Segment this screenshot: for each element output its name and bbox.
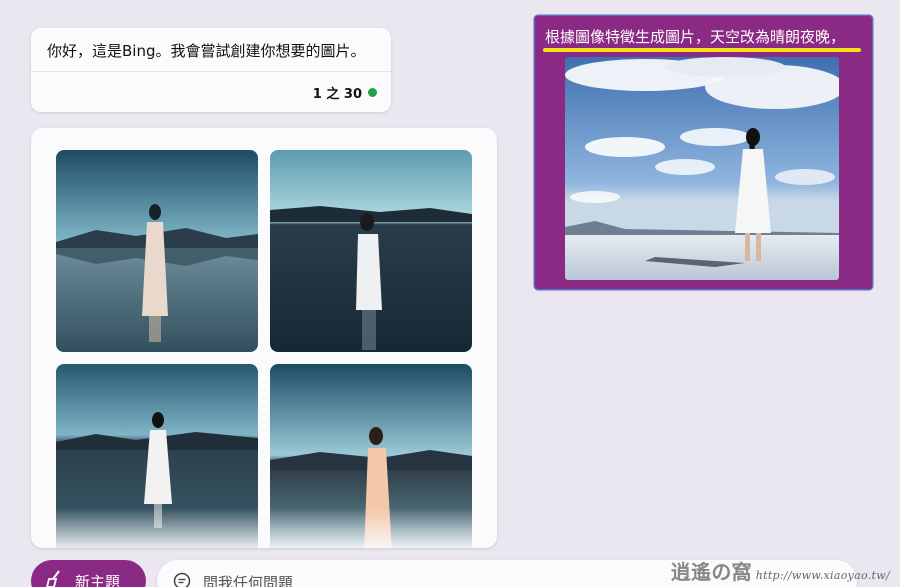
watermark-brand: 逍遙の窩 <box>670 560 752 584</box>
turn-counter-text: 1 之 30 <box>312 87 362 102</box>
generated-image-1[interactable] <box>56 150 258 352</box>
highlight-underline <box>543 48 861 52</box>
user-prompt-text: 根據圖像特徵生成圖片，天空改為晴朗夜晚， <box>545 28 846 46</box>
new-topic-label: 新主題 <box>75 572 121 587</box>
divider <box>31 71 391 72</box>
turn-counter: 1 之 30 <box>313 83 377 102</box>
chat-icon <box>173 572 191 587</box>
generated-images-card <box>31 128 497 548</box>
user-message: 根據圖像特徵生成圖片，天空改為晴朗夜晚， <box>535 16 872 289</box>
generated-image-2[interactable] <box>270 150 472 352</box>
status-dot-icon <box>368 88 377 97</box>
watermark: 逍遙の窩 http://www.xiaoyao.tw/ <box>671 556 890 585</box>
new-topic-button[interactable]: 新主題 <box>31 560 146 587</box>
broom-icon <box>45 569 65 587</box>
reference-photo[interactable] <box>565 57 839 280</box>
chat-input-placeholder: 問我任何問題 <box>203 574 294 587</box>
bot-greeting-text: 你好，這是Bing。我會嘗試創建你想要的圖片。 <box>47 42 366 60</box>
fade-overlay <box>31 508 497 548</box>
bot-message: 你好，這是Bing。我會嘗試創建你想要的圖片。 1 之 30 <box>31 28 391 112</box>
watermark-url: http://www.xiaoyao.tw/ <box>755 569 890 582</box>
